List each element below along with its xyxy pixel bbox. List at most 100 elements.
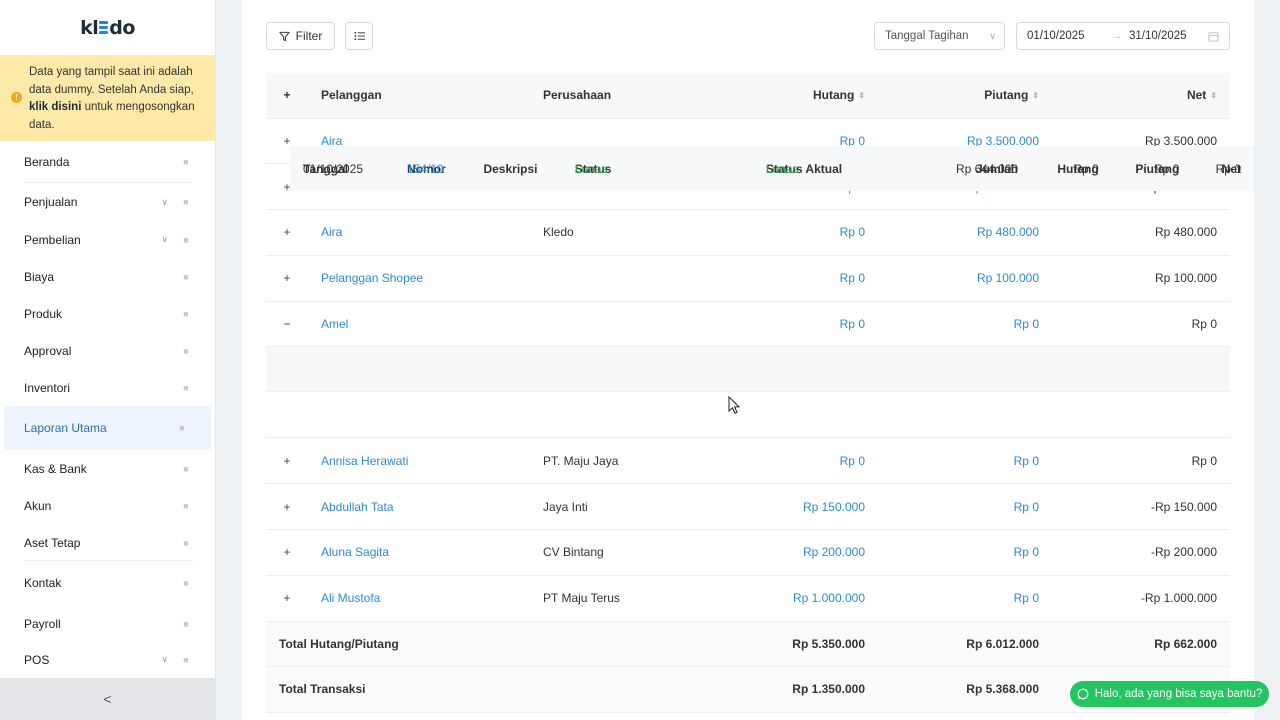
sort-icon: ⇕ xyxy=(1210,91,1217,101)
notice-text: Data yang tampil saat ini adalah data du… xyxy=(29,66,194,96)
expand-row-button[interactable]: + xyxy=(266,255,308,302)
date-range-picker[interactable]: 01/10/2025 → 31/10/2025 xyxy=(1016,22,1230,50)
header-piutang[interactable]: Piutang ⇕ xyxy=(878,73,1052,119)
sidebar-item-label: POS xyxy=(24,652,50,667)
company-cell: Jaya Inti xyxy=(530,483,710,531)
mouse-cursor-icon xyxy=(728,396,741,414)
piutang-cell[interactable]: Rp 0 xyxy=(878,301,1052,348)
sidebar-item-approval[interactable]: Approval ■ xyxy=(0,332,215,369)
header-net[interactable]: Net ⇕ xyxy=(1052,73,1230,119)
customer-link[interactable]: Annisa Herawati xyxy=(308,437,530,485)
customer-link[interactable]: Ali Mustofa xyxy=(308,575,530,622)
sidebar-item-biaya[interactable]: Biaya ■ xyxy=(0,258,215,295)
total-net: Rp 662.000 xyxy=(1052,621,1230,668)
sidebar-item-payroll[interactable]: Payroll ■ xyxy=(0,605,215,642)
net-cell: -Rp 150.000 xyxy=(1052,483,1230,531)
net-cell: Rp 100.000 xyxy=(1052,255,1230,302)
sidebar-item-akun[interactable]: Akun ■ xyxy=(0,487,215,524)
hutang-cell[interactable]: Rp 1.000.000 xyxy=(710,575,878,622)
clear-data-link[interactable]: klik disini xyxy=(29,101,81,113)
chevron-down-icon: ∨ xyxy=(989,30,996,41)
detail-cells: Tanggal Nomor Deskripsi Status Status Aktual… xyxy=(290,146,1254,393)
sidebar-item-laporan-utama[interactable]: Laporan Utama ■ xyxy=(4,406,211,450)
sidebar-menu: Beranda ■ Penjualan ∨ ■ Pembelian ∨ ■ Biaya ■ Prod… xyxy=(0,141,215,677)
hutang-cell[interactable]: Rp 0 xyxy=(710,301,878,348)
sidebar-item-label: Akun xyxy=(24,498,52,513)
sidebar-item-label: Kontak xyxy=(24,576,62,590)
expand-row-button[interactable]: + xyxy=(266,483,308,531)
date-to-input[interactable]: 31/10/2025 xyxy=(1129,30,1187,42)
sidebar-item-beranda[interactable]: Beranda ■ xyxy=(0,141,215,183)
sidebar-item-label: Produk xyxy=(24,306,63,321)
totals-row: Total Hutang/Piutang Rp 5.350.000 Rp 6.012… xyxy=(266,621,1230,668)
sidebar-item-label: Aset Tetap xyxy=(24,535,81,550)
check-icon: ■ xyxy=(183,345,189,356)
sidebar-item-aset-tetap[interactable]: Aset Tetap ■ xyxy=(0,524,215,561)
customer-link[interactable]: Aluna Sagita xyxy=(308,529,530,576)
piutang-cell[interactable]: Rp 0 xyxy=(878,529,1052,576)
sidebar-item-penjualan[interactable]: Penjualan ∨ ■ xyxy=(0,183,215,221)
whatsapp-icon xyxy=(1077,688,1089,700)
expand-row-button[interactable]: + xyxy=(266,437,308,485)
logo-text-right: do xyxy=(109,16,135,39)
date-from-input[interactable]: 01/10/2025 xyxy=(1027,30,1085,42)
contact-card-icon: ■ xyxy=(183,578,189,588)
detail-row: 01/10/2025 154/10 Lunas Lunas Rp 644.000 Rp 0… xyxy=(266,162,1241,439)
chevron-down-icon: ∨ xyxy=(161,196,168,207)
piutang-cell[interactable]: Rp 0 xyxy=(878,483,1052,531)
sort-icon: ⇕ xyxy=(858,91,865,101)
detail-cells: 01/10/2025 154/10 Lunas Lunas Rp 644.000 Rp 0… xyxy=(303,162,1241,439)
expand-row-button[interactable]: − xyxy=(266,301,308,348)
sidebar-item-kontak[interactable]: Kontak ■ xyxy=(0,561,215,605)
sidebar-item-inventori[interactable]: Inventori ■ xyxy=(0,369,215,406)
kledo-logo[interactable]: kl do xyxy=(0,0,215,55)
arrow-right-icon: → xyxy=(1111,30,1123,42)
logo-text-left: kl xyxy=(80,16,99,39)
whatsapp-chat-button[interactable]: Halo, ada yang bisa saya bantu? xyxy=(1070,681,1269,707)
customer-link[interactable]: Aira xyxy=(308,209,530,256)
expand-row-button[interactable]: + xyxy=(266,529,308,576)
hutang-cell[interactable]: Rp 150.000 xyxy=(710,483,878,531)
sidebar-item-produk[interactable]: Produk ■ xyxy=(0,295,215,332)
sidebar-item-pos[interactable]: POS ∨ ■ xyxy=(0,642,215,677)
ledger-icon: ■ xyxy=(183,500,189,511)
piutang-cell[interactable]: Rp 0 xyxy=(878,437,1052,485)
hutang-cell[interactable]: Rp 200.000 xyxy=(710,529,878,576)
hutang-cell[interactable]: Rp 0 xyxy=(710,209,878,256)
list-icon xyxy=(353,31,365,41)
piutang-cell[interactable]: Rp 100.000 xyxy=(878,255,1052,302)
header-hutang[interactable]: Hutang ⇕ xyxy=(710,73,878,119)
column-list-button[interactable] xyxy=(345,22,373,50)
chart-icon: ■ xyxy=(179,423,185,433)
total-piutang: Rp 6.012.000 xyxy=(878,621,1052,668)
calendar-icon xyxy=(1208,32,1219,42)
header-pelanggan: Pelanggan xyxy=(308,73,530,119)
table-row: + Abdullah Tata Jaya Inti Rp 150.000 Rp 0 -Rp… xyxy=(266,483,1230,531)
hutang-piutang-table: + Pelanggan Perusahaan Hutang ⇕ Piutang ⇕ … xyxy=(266,73,1254,713)
expand-all-button[interactable]: + xyxy=(266,73,308,119)
collapse-sidebar-button[interactable]: < xyxy=(0,678,215,720)
expand-row-button[interactable]: + xyxy=(266,209,308,256)
total-hutang: Rp 5.350.000 xyxy=(710,621,878,668)
header-perusahaan: Perusahaan xyxy=(530,73,710,119)
table-row: − Amel Rp 0 Rp 0 Rp 0 xyxy=(266,301,1230,348)
sidebar-item-kas-bank[interactable]: Kas & Bank ■ xyxy=(0,450,215,487)
detail-indent xyxy=(266,346,308,393)
customer-link[interactable]: Abdullah Tata xyxy=(308,483,530,531)
sidebar-item-pembelian[interactable]: Pembelian ∨ ■ xyxy=(0,221,215,258)
piutang-cell[interactable]: Rp 480.000 xyxy=(878,209,1052,256)
piutang-cell[interactable]: Rp 0 xyxy=(878,575,1052,622)
card-icon: ■ xyxy=(183,271,189,282)
report-content: Filter Tanggal Tagihan ∨ 01/10/2025 → 31… xyxy=(242,0,1254,720)
customer-link[interactable]: Amel xyxy=(308,301,530,348)
filter-button[interactable]: Filter xyxy=(266,22,335,50)
hutang-cell[interactable]: Rp 0 xyxy=(710,255,878,302)
sidebar-item-label: Pembelian xyxy=(24,232,81,247)
expand-row-button[interactable]: + xyxy=(266,575,308,622)
date-type-select[interactable]: Tanggal Tagihan ∨ xyxy=(874,22,1005,50)
hutang-cell[interactable]: Rp 0 xyxy=(710,437,878,485)
sidebar-item-label: Approval xyxy=(24,343,72,358)
customer-link[interactable]: Pelanggan Shopee xyxy=(308,255,530,302)
totals-label: Total Transaksi xyxy=(266,666,710,713)
toolbar: Filter Tanggal Tagihan ∨ 01/10/2025 → 31… xyxy=(266,22,1230,50)
